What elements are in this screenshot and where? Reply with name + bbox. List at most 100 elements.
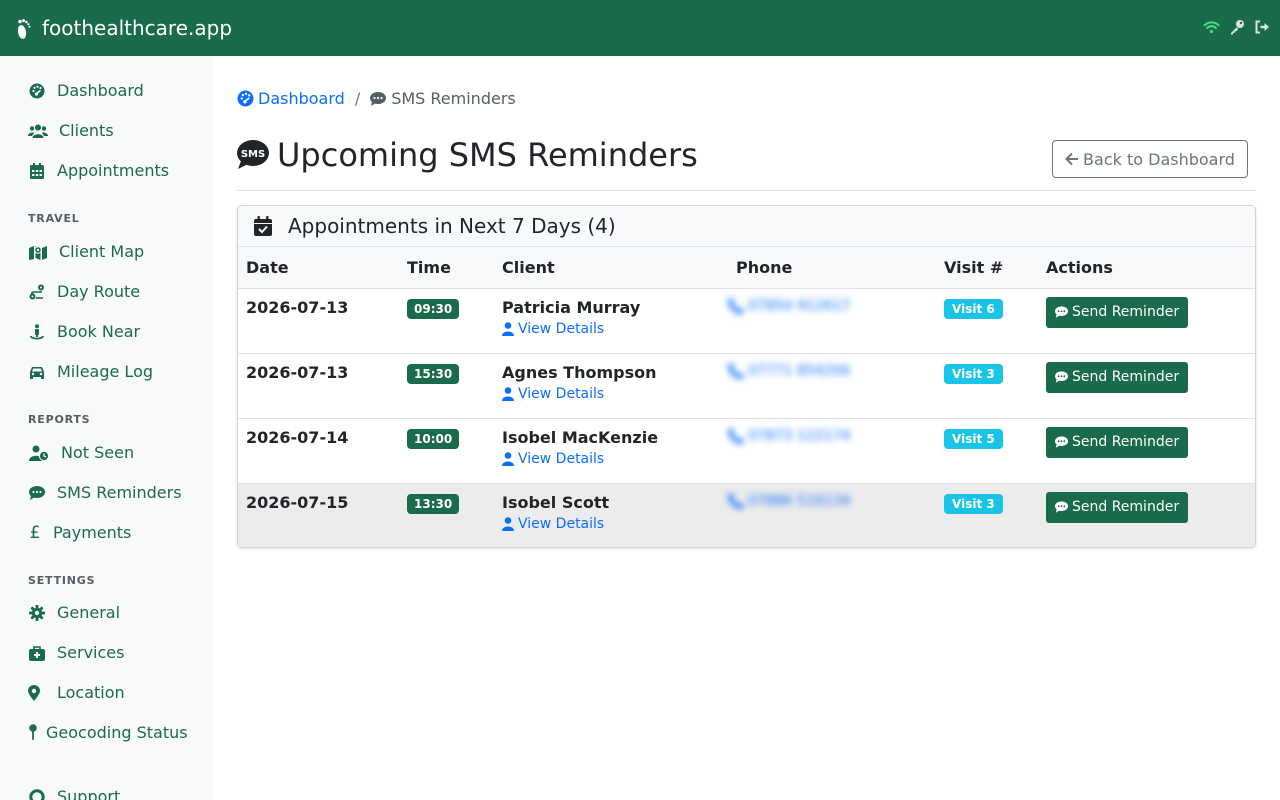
page-title-text: Upcoming SMS Reminders xyxy=(277,136,698,174)
sidebar-item-general[interactable]: General xyxy=(28,601,120,625)
phone-link[interactable]: 07854 912617 xyxy=(728,297,928,314)
sidebar-item-label: Mileage Log xyxy=(57,362,154,381)
send-reminder-label: Send Reminder xyxy=(1072,304,1180,320)
sidebar-item-client-map[interactable]: Client Map xyxy=(28,240,144,264)
view-details-link[interactable]: View Details xyxy=(502,451,720,467)
time-badge: 13:30 xyxy=(407,493,460,514)
user-icon xyxy=(502,321,514,336)
page-title: SMS Upcoming SMS Reminders xyxy=(237,136,698,174)
table-row: 2026-07-14 10:00 Isobel MacKenzie View D… xyxy=(238,418,1255,483)
phone-number: 07771 854206 xyxy=(748,362,851,379)
breadcrumb-separator: / xyxy=(354,89,361,108)
cog-icon xyxy=(28,604,46,622)
sidebar-item-label: Services xyxy=(57,643,125,662)
user-icon xyxy=(502,516,514,531)
table-row: 2026-07-13 09:30 Patricia Murray View De… xyxy=(238,288,1255,353)
person-pin-icon xyxy=(28,323,46,341)
phone-icon xyxy=(728,427,744,444)
time-badge: 10:00 xyxy=(407,428,460,449)
sidebar-item-support[interactable]: Support xyxy=(28,785,120,800)
map-icon xyxy=(28,243,48,261)
sidebar: Dashboard Clients Appointments TRAVEL Cl… xyxy=(0,56,213,800)
breadcrumb-dashboard-link[interactable]: Dashboard xyxy=(237,89,345,108)
sidebar-item-clients[interactable]: Clients xyxy=(28,119,114,143)
table-header-row: Date Time Client Phone Visit # Actions xyxy=(238,247,1255,289)
column-header-visit: Visit # xyxy=(936,247,1038,289)
breadcrumb: Dashboard / SMS Reminders xyxy=(237,89,516,108)
card-header: Appointments in Next 7 Days (4) xyxy=(238,206,1255,247)
send-reminder-button[interactable]: Send Reminder xyxy=(1046,491,1189,523)
sidebar-item-geocoding-status[interactable]: Geocoding Status xyxy=(28,721,203,745)
card-title: Appointments in Next 7 Days (4) xyxy=(288,214,616,238)
sidebar-item-dashboard[interactable]: Dashboard xyxy=(28,79,144,103)
top-navbar: foothealthcare.app xyxy=(0,0,1280,56)
view-details-link[interactable]: View Details xyxy=(502,386,720,402)
svg-text:SMS: SMS xyxy=(241,149,265,160)
sidebar-item-label: Day Route xyxy=(57,282,141,301)
phone-link[interactable]: 07771 854206 xyxy=(728,362,928,379)
client-name: Isobel Scott xyxy=(502,492,610,512)
sidebar-item-mileage-log[interactable]: Mileage Log xyxy=(28,360,153,384)
sidebar-item-label: Book Near xyxy=(57,322,141,341)
footprint-icon xyxy=(14,15,34,41)
view-details-label: View Details xyxy=(518,385,605,402)
phone-link[interactable]: 07873 122174 xyxy=(728,427,928,444)
time-badge: 15:30 xyxy=(407,363,460,384)
phone-link[interactable]: 07886 516134 xyxy=(728,492,928,509)
sidebar-item-sms-reminders[interactable]: SMS Reminders xyxy=(28,481,182,505)
brand-name: foothealthcare.app xyxy=(42,16,233,40)
sign-out-icon[interactable] xyxy=(1253,18,1270,35)
user-icon xyxy=(502,451,514,466)
column-header-client: Client xyxy=(494,247,728,289)
send-reminder-label: Send Reminder xyxy=(1072,434,1180,450)
route-icon xyxy=(28,283,46,301)
send-reminder-button[interactable]: Send Reminder xyxy=(1046,361,1189,393)
phone-icon xyxy=(728,362,744,379)
main-content: Dashboard / SMS Reminders SMS Upcoming S… xyxy=(213,56,1280,800)
sidebar-item-payments[interactable]: £ Payments xyxy=(28,521,132,545)
calendar-check-icon xyxy=(254,216,272,236)
view-details-link[interactable]: View Details xyxy=(502,321,720,337)
appointment-date: 2026-07-13 xyxy=(246,297,349,317)
view-details-link[interactable]: View Details xyxy=(502,516,720,532)
sidebar-item-day-route[interactable]: Day Route xyxy=(28,280,140,304)
column-header-phone: Phone xyxy=(728,247,936,289)
wifi-icon[interactable] xyxy=(1203,18,1220,35)
life-ring-icon xyxy=(28,788,46,800)
phone-number: 07886 516134 xyxy=(748,492,851,509)
appointment-date: 2026-07-15 xyxy=(246,492,349,512)
sidebar-heading-travel: TRAVEL xyxy=(28,212,80,225)
sidebar-item-label: Support xyxy=(57,787,121,800)
sidebar-item-appointments[interactable]: Appointments xyxy=(28,159,169,183)
sms-icon xyxy=(28,484,46,502)
sms-icon xyxy=(1055,370,1068,384)
sidebar-heading-settings: SETTINGS xyxy=(28,574,96,587)
send-reminder-label: Send Reminder xyxy=(1072,369,1180,385)
send-reminder-button[interactable]: Send Reminder xyxy=(1046,296,1189,328)
sidebar-item-label: SMS Reminders xyxy=(57,483,182,502)
phone-icon xyxy=(728,492,744,509)
brand-link[interactable]: foothealthcare.app xyxy=(14,15,232,41)
breadcrumb-current-label: SMS Reminders xyxy=(391,89,516,108)
phone-number: 07873 122174 xyxy=(748,427,851,444)
sidebar-item-services[interactable]: Services xyxy=(28,641,124,665)
sidebar-item-label: Not Seen xyxy=(61,443,135,462)
sidebar-item-book-near[interactable]: Book Near xyxy=(28,320,140,344)
sidebar-heading-reports: REPORTS xyxy=(28,413,91,426)
sms-icon xyxy=(1055,500,1068,514)
gauge-icon xyxy=(237,90,255,108)
appointment-date: 2026-07-14 xyxy=(246,427,349,447)
car-icon xyxy=(28,363,46,381)
sidebar-item-label: Dashboard xyxy=(57,81,144,100)
sidebar-item-location[interactable]: Location xyxy=(28,681,125,705)
medkit-icon xyxy=(28,644,46,662)
sidebar-item-not-seen[interactable]: Not Seen xyxy=(28,441,134,465)
visit-badge: Visit 5 xyxy=(944,428,1003,449)
send-reminder-button[interactable]: Send Reminder xyxy=(1046,426,1189,458)
back-to-dashboard-button[interactable]: Back to Dashboard xyxy=(1052,140,1248,178)
visit-badge: Visit 6 xyxy=(944,298,1003,319)
view-details-label: View Details xyxy=(518,450,605,467)
breadcrumb-current: SMS Reminders xyxy=(370,89,516,108)
key-icon[interactable] xyxy=(1228,18,1245,35)
sidebar-item-label: General xyxy=(57,603,121,622)
